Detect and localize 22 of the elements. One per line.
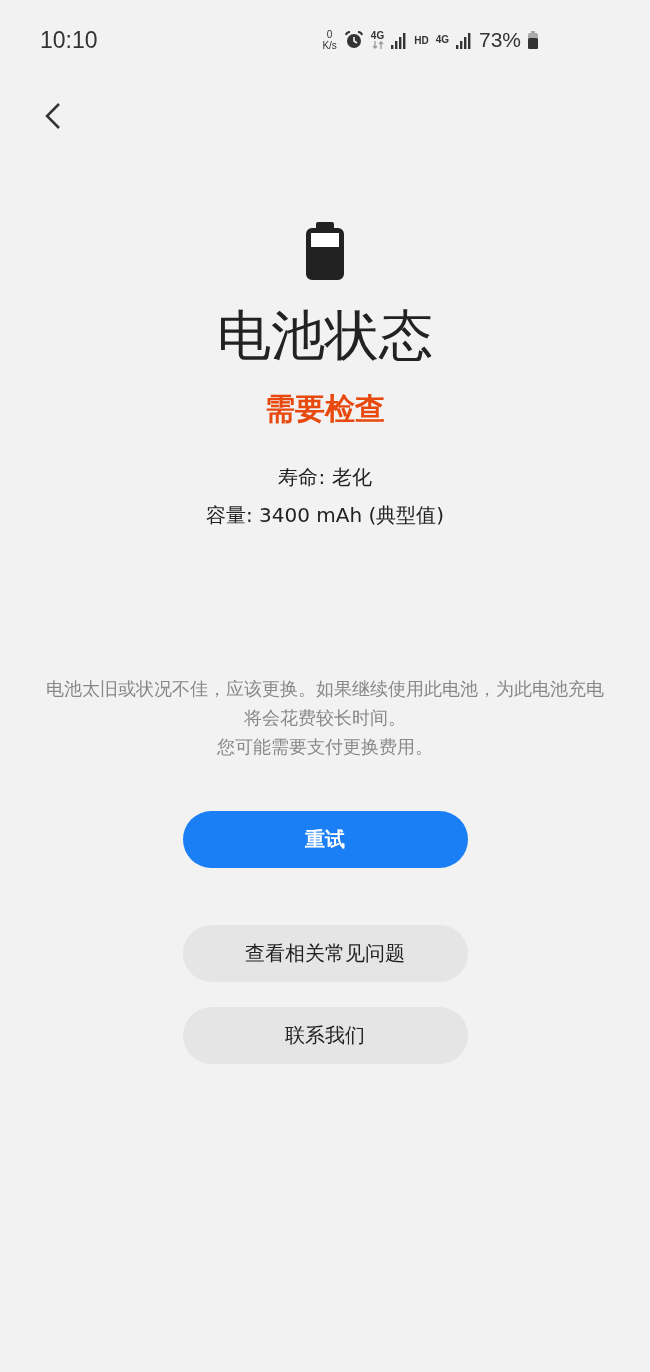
net-speed-value: 0 [326,29,333,40]
network-label: 4G [435,35,449,45]
signal-icon [391,31,408,49]
battery-detail: 寿命: 老化 [278,464,372,491]
description-text: 电池太旧或状况不佳，应该更换。如果继续使用此电池，为此电池充电将会花费较长时间。 [45,677,605,730]
retry-button[interactable]: 重试 [182,811,468,868]
action-button[interactable]: 联系我们 [182,1007,468,1064]
battery-status: 需要检查 [265,390,385,428]
page-title: 电池状态 [217,303,433,369]
status-time: 10:10 [40,26,98,54]
hd-label: HD [414,34,429,46]
battery-icon [528,31,538,49]
action-button[interactable]: 查看相关常见问题 [182,925,468,982]
alarm-icon [343,30,364,50]
description-text: 您可能需要支付更换费用。 [217,735,433,759]
battery-percent: 73% [478,28,521,52]
battery-icon [306,222,344,280]
data-arrows-icon [371,41,384,49]
net-speed-unit: K/s [322,40,337,51]
network-label: 4G [370,31,385,41]
signal-icon [455,31,472,49]
battery-detail: 容量: 3400 mAh (典型值) [205,502,445,529]
